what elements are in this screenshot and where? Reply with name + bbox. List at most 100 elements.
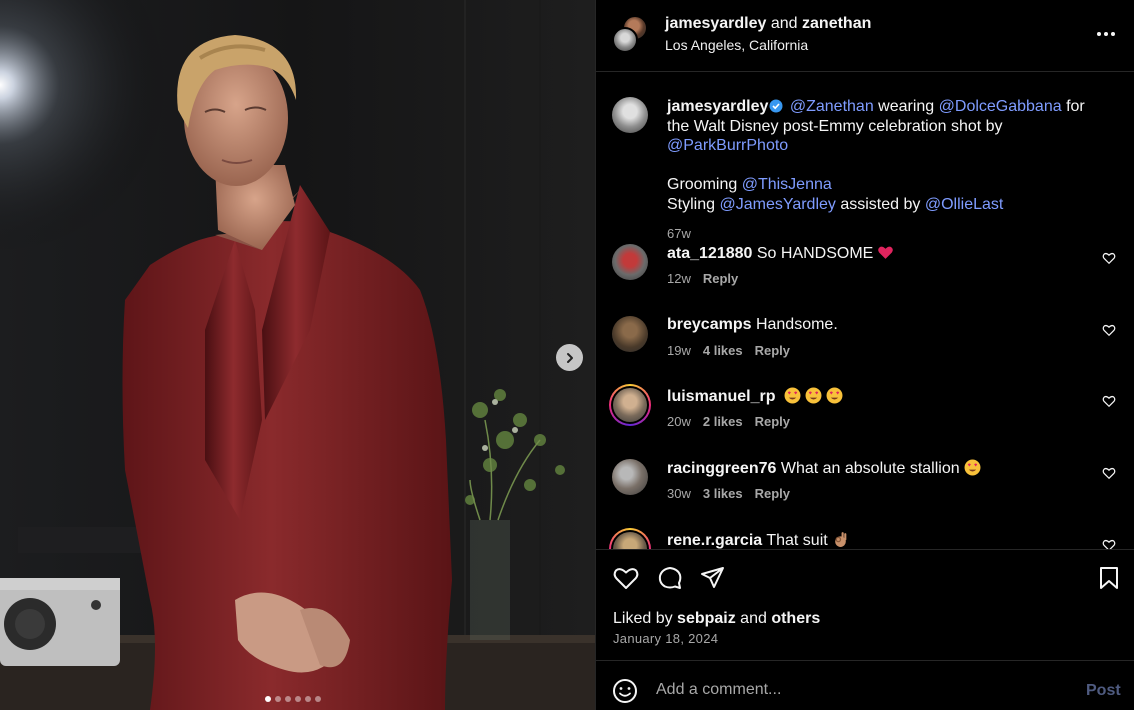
bookmark-icon[interactable] [1095, 564, 1123, 592]
carousel-dot [315, 696, 321, 702]
comment-item: racinggreen76 What an absolute stallion … [612, 459, 1122, 519]
comment-input[interactable] [656, 675, 1076, 705]
comment-username[interactable]: luismanuel_rp [667, 388, 775, 405]
author-conjunction: and [770, 15, 798, 32]
more-options-button[interactable] [1094, 24, 1118, 44]
heart-eyes-emoji-icon [805, 387, 822, 404]
comment-username[interactable]: rene.r.garcia [667, 532, 762, 549]
comment-timestamp[interactable]: 30w [667, 486, 691, 501]
comment-text: rene.r.garcia That suit [667, 531, 849, 549]
avatar[interactable] [612, 459, 648, 495]
comment-meta: 30w 3 likes Reply [667, 486, 790, 501]
comment-body: What an absolute stallion [780, 460, 960, 477]
caption-text: jamesyardley @Zanethan wearing @DolceGab… [667, 97, 1107, 214]
mention-link[interactable]: @Zanethan [790, 98, 874, 115]
comment-meta: 19w 4 likes Reply [667, 343, 790, 358]
more-horizontal-icon [1097, 32, 1115, 36]
post-comment-button[interactable]: Post [1086, 682, 1121, 700]
caption-timestamp[interactable]: 67w [667, 226, 691, 241]
avatar[interactable] [612, 97, 648, 133]
collab-avatars[interactable] [612, 15, 652, 55]
mention-link[interactable]: @ParkBurrPhoto [667, 137, 788, 154]
likes-summary: Liked by sebpaiz and others [613, 610, 820, 628]
liked-by-others[interactable]: others [771, 610, 820, 627]
like-comment-icon[interactable] [1102, 538, 1116, 549]
red-heart-emoji-icon [878, 246, 894, 259]
comment-item: luismanuel_rp 20w 2 likes Reply [609, 384, 1122, 447]
post-photo[interactable] [0, 0, 595, 710]
like-comment-icon[interactable] [1102, 394, 1116, 408]
comment-username[interactable]: racinggreen76 [667, 460, 776, 477]
comment-timestamp[interactable]: 19w [667, 343, 691, 358]
story-ring[interactable] [609, 528, 651, 549]
comment-likes[interactable]: 2 likes [703, 414, 743, 429]
comment-body: That suit [766, 532, 828, 549]
caption-fragment: Styling [667, 195, 720, 213]
comment-timestamp[interactable]: 12w [667, 271, 691, 286]
comment-text: racinggreen76 What an absolute stallion [667, 459, 981, 478]
liked-by-user[interactable]: sebpaiz [677, 610, 736, 627]
mention-link[interactable]: @JamesYardley [719, 196, 835, 213]
avatar[interactable] [612, 244, 648, 280]
likes-and: and [735, 610, 772, 627]
emoji-icon[interactable] [612, 678, 638, 704]
comment-likes[interactable]: 4 likes [703, 343, 743, 358]
like-comment-icon[interactable] [1102, 466, 1116, 480]
avatar [613, 388, 647, 422]
carousel-indicators [265, 696, 321, 702]
reply-button[interactable]: Reply [755, 414, 790, 429]
carousel-dot [285, 696, 291, 702]
heart-eyes-emoji-icon [826, 387, 843, 404]
share-icon[interactable] [699, 564, 727, 592]
comment-meta: 12w Reply [667, 271, 738, 286]
caption-fragment: assisted by [835, 195, 925, 213]
mention-link[interactable]: @OllieLast [925, 196, 1004, 213]
post-date[interactable]: January 18, 2024 [613, 631, 718, 646]
comment-icon[interactable] [656, 564, 684, 592]
photo-scene [0, 0, 595, 710]
comment-likes[interactable]: 3 likes [703, 486, 743, 501]
likes-prefix: Liked by [613, 610, 678, 627]
comment-body: So HANDSOME [756, 245, 874, 262]
comment-text: luismanuel_rp [667, 387, 843, 406]
carousel-dot [265, 696, 271, 702]
mention-link[interactable]: @ThisJenna [742, 176, 832, 193]
mention-link[interactable]: @DolceGabbana [939, 98, 1062, 115]
carousel-dot [305, 696, 311, 702]
reply-button[interactable]: Reply [755, 343, 790, 358]
avatar [612, 27, 638, 53]
reply-button[interactable]: Reply [755, 486, 790, 501]
author-username[interactable]: zanethan [802, 15, 871, 32]
heart-eyes-emoji-icon [784, 387, 801, 404]
comment-meta: 20w 2 likes Reply [667, 414, 790, 429]
chevron-right-icon [566, 352, 573, 363]
post-details-panel: jamesyardley and zanethan Los Angeles, C… [595, 0, 1134, 710]
post-authors: jamesyardley and zanethan [665, 15, 871, 33]
author-username[interactable]: jamesyardley [665, 15, 766, 32]
post-header: jamesyardley and zanethan Los Angeles, C… [596, 0, 1134, 72]
comment-item: breycamps Handsome. 19w 4 likes Reply [612, 316, 1122, 376]
ok-hand-emoji-icon [834, 532, 847, 547]
comment-username[interactable]: breycamps [667, 316, 752, 333]
caption-fragment: wearing [873, 98, 939, 115]
carousel-dot [275, 696, 281, 702]
post-actions: Liked by sebpaiz and others January 18, … [596, 549, 1134, 661]
add-comment-bar: Post [596, 661, 1134, 710]
comment-text: ata_121880 So HANDSOME [667, 244, 894, 263]
verified-badge-icon [769, 99, 783, 113]
like-comment-icon[interactable] [1102, 323, 1116, 337]
heart-icon[interactable] [612, 564, 640, 592]
caption-fragment: Grooming [667, 176, 742, 193]
story-ring[interactable] [609, 384, 651, 426]
carousel-next-button[interactable] [556, 344, 583, 371]
post-location[interactable]: Los Angeles, California [665, 37, 808, 53]
comment-body: Handsome. [755, 316, 838, 333]
comments-section[interactable]: jamesyardley @Zanethan wearing @DolceGab… [596, 73, 1134, 549]
comment-timestamp[interactable]: 20w [667, 414, 691, 429]
reply-button[interactable]: Reply [703, 271, 738, 286]
like-comment-icon[interactable] [1102, 251, 1116, 265]
comment-text: breycamps Handsome. [667, 316, 838, 334]
avatar[interactable] [612, 316, 648, 352]
comment-username[interactable]: ata_121880 [667, 245, 752, 262]
caption-username[interactable]: jamesyardley [667, 98, 768, 115]
